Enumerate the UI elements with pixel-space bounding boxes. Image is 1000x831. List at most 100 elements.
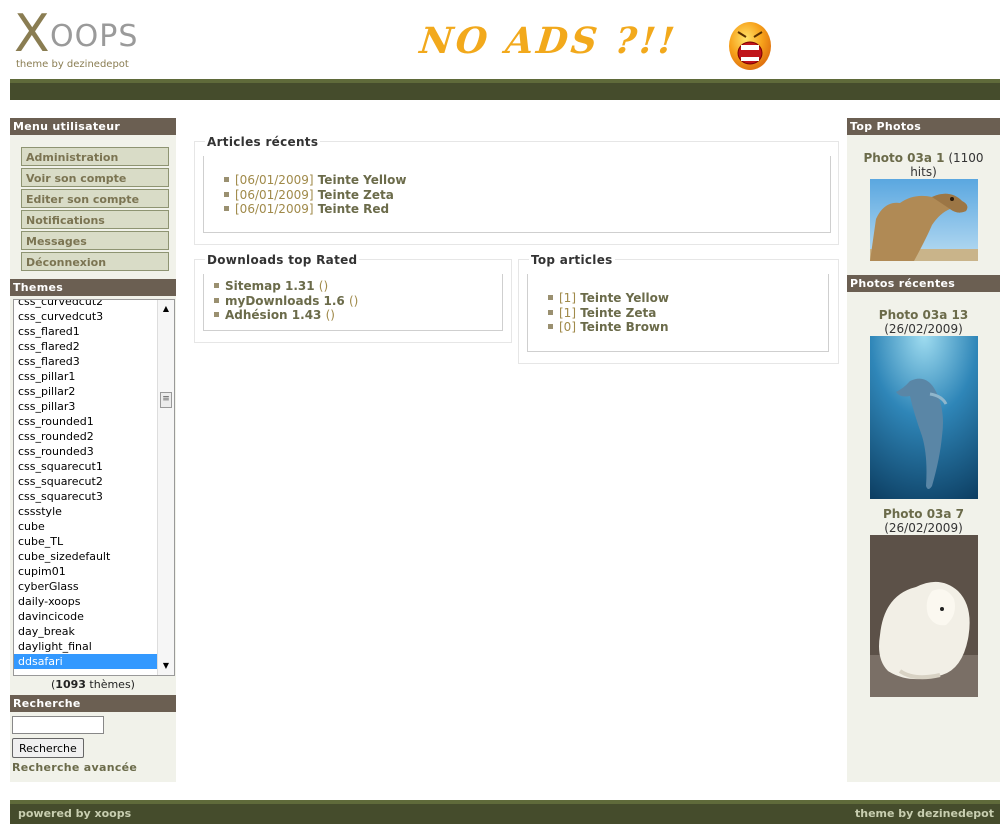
theme-option[interactable]: davincicode <box>14 609 157 624</box>
recent-articles-frame: [06/01/2009] Teinte Yellow [06/01/2009] … <box>203 156 831 233</box>
top-photos-title: Top Photos <box>847 118 1000 135</box>
bullet-square-icon <box>224 191 229 197</box>
theme-option[interactable]: cube_sizedefault <box>14 549 157 564</box>
recent-articles-block: Articles récents [06/01/2009] Teinte Yel… <box>194 135 839 245</box>
theme-option[interactable]: css_rounded3 <box>14 444 157 459</box>
polar-bear-photo[interactable] <box>869 535 978 697</box>
list-item[interactable]: Sitemap 1.31 () <box>214 279 358 294</box>
theme-option[interactable]: cube_TL <box>14 534 157 549</box>
logo-oops: OOPS <box>50 19 139 54</box>
theme-option[interactable]: css_squarecut1 <box>14 459 157 474</box>
list-item[interactable]: myDownloads 1.6 () <box>214 294 358 309</box>
scroll-thumb[interactable]: ≡ <box>160 392 172 408</box>
search-input[interactable] <box>12 716 104 734</box>
recent-photo-caption: Photo 03a 13 (26/02/2009) <box>878 308 969 336</box>
header-bar <box>10 79 1000 100</box>
right-sidebar: Top Photos Photo 03a 1 (1100 hits) Photo… <box>847 118 1000 782</box>
theme-option[interactable]: css_flared1 <box>14 324 157 339</box>
theme-option[interactable]: daylight_final <box>14 639 157 654</box>
top-photo-link[interactable]: Photo 03a 1 <box>863 151 944 165</box>
theme-option[interactable]: css_flared3 <box>14 354 157 369</box>
bullet-square-icon <box>548 295 553 300</box>
bullet-square-icon <box>214 283 219 288</box>
left-sidebar: Menu utilisateur Administration Voir son… <box>10 118 176 782</box>
theme-count-number: 1093 <box>55 678 86 691</box>
theme-option[interactable]: css_curvedcut3 <box>14 309 157 324</box>
search-title: Recherche <box>10 695 176 712</box>
top-articles-list: [1] Teinte Yellow [1] Teinte Zeta [0] Te… <box>548 291 669 335</box>
scroll-up-arrow-icon[interactable]: ▲ <box>158 302 174 316</box>
recent-photos-title: Photos récentes <box>847 275 1000 292</box>
powered-by-link[interactable]: powered by xoops <box>18 807 131 820</box>
scroll-down-arrow-icon[interactable]: ▼ <box>158 659 174 673</box>
menu-item-view-account[interactable]: Voir son compte <box>21 168 169 187</box>
recent-articles-title: Articles récents <box>205 135 321 149</box>
bullet-square-icon <box>224 206 229 211</box>
menu-item-edit-account[interactable]: Editer son compte <box>21 189 169 208</box>
list-item[interactable]: [1] Teinte Yellow <box>548 291 669 306</box>
themes-box: css_curvedcut2 css_curvedcut3 css_flared1 c… <box>10 296 176 691</box>
theme-option[interactable]: css_curvedcut2 <box>14 300 157 309</box>
theme-list-scrollbar[interactable]: ▲ ≡ ▼ <box>157 300 174 675</box>
theme-option[interactable]: day_break <box>14 624 157 639</box>
dolphin-photo[interactable] <box>869 336 978 499</box>
list-item[interactable]: [06/01/2009] Teinte Yellow <box>224 173 406 188</box>
theme-option[interactable]: cssstyle <box>14 504 157 519</box>
theme-option[interactable]: ddsafari <box>14 654 157 669</box>
advanced-search-link[interactable]: Recherche avancée <box>12 761 174 774</box>
downloads-list: Sitemap 1.31 () myDownloads 1.6 () Adhés… <box>214 279 358 323</box>
screaming-face-icon <box>729 22 771 70</box>
list-item[interactable]: Adhésion 1.43 () <box>214 308 358 323</box>
search-button[interactable]: Recherche <box>12 738 84 758</box>
menu-item-notifications[interactable]: Notifications <box>21 210 169 229</box>
recent-photo-caption: Photo 03a 7 (26/02/2009) <box>882 507 965 535</box>
header: X OOPS theme by dezinedepot NO ADS ?!! <box>0 0 1000 80</box>
search-box: Recherche Recherche avancée <box>10 712 176 778</box>
list-item[interactable]: [0] Teinte Brown <box>548 320 669 335</box>
list-item[interactable]: [06/01/2009] Teinte Zeta <box>224 188 406 203</box>
user-menu-title: Menu utilisateur <box>10 118 176 135</box>
theme-option[interactable]: css_rounded1 <box>14 414 157 429</box>
theme-option[interactable]: css_rounded2 <box>14 429 157 444</box>
top-articles-title: Top articles <box>529 253 615 267</box>
ad-banner[interactable]: NO ADS ?!! <box>417 12 780 72</box>
menu-item-administration[interactable]: Administration <box>21 147 169 166</box>
downloads-frame: Sitemap 1.31 () myDownloads 1.6 () Adhés… <box>203 274 503 331</box>
site-logo[interactable]: X OOPS theme by dezinedepot <box>14 8 144 74</box>
menu-item-messages[interactable]: Messages <box>21 231 169 250</box>
top-articles-frame: [1] Teinte Yellow [1] Teinte Zeta [0] Te… <box>527 274 829 352</box>
theme-option[interactable]: css_flared2 <box>14 339 157 354</box>
theme-option[interactable]: css_pillar1 <box>14 369 157 384</box>
list-item[interactable]: [06/01/2009] Teinte Red <box>224 202 406 217</box>
menu-item-logout[interactable]: Déconnexion <box>21 252 169 271</box>
theme-option[interactable]: css_squarecut2 <box>14 474 157 489</box>
theme-select-list[interactable]: css_curvedcut2 css_curvedcut3 css_flared1 c… <box>13 299 175 676</box>
recent-articles-list: [06/01/2009] Teinte Yellow [06/01/2009] … <box>224 173 406 217</box>
theme-option[interactable]: cube <box>14 519 157 534</box>
themes-title: Themes <box>10 279 176 296</box>
user-menu: Administration Voir son compte Editer so… <box>10 135 176 279</box>
theme-option[interactable]: cupim01 <box>14 564 157 579</box>
theme-option[interactable]: css_squarecut3 <box>14 489 157 504</box>
theme-count: (1093 thèmes) <box>51 678 135 691</box>
top-articles-block: Top articles [1] Teinte Yellow [1] Teint… <box>518 253 839 364</box>
footer-bar: powered by xoops theme by dezinedepot <box>10 800 1000 824</box>
theme-option[interactable]: css_pillar2 <box>14 384 157 399</box>
bullet-square-icon <box>548 309 553 315</box>
logo-tagline: theme by dezinedepot <box>16 59 129 70</box>
ad-text: NO ADS ?!! <box>417 20 680 62</box>
bullet-square-icon <box>548 324 553 329</box>
theme-option[interactable]: css_pillar3 <box>14 399 157 414</box>
bullet-square-icon <box>224 177 229 182</box>
bullet-square-icon <box>214 312 219 317</box>
recent-photo-link[interactable]: Photo 03a 13 <box>879 308 968 322</box>
theme-credit-link[interactable]: theme by dezinedepot <box>855 807 994 820</box>
theme-option[interactable]: daily-xoops <box>14 594 157 609</box>
recent-photo-link[interactable]: Photo 03a 7 <box>883 507 964 521</box>
theme-items: css_curvedcut2 css_curvedcut3 css_flared1 c… <box>14 300 157 669</box>
downloads-title: Downloads top Rated <box>205 253 360 267</box>
bullet-square-icon <box>214 297 219 303</box>
theme-option[interactable]: cyberGlass <box>14 579 157 594</box>
camel-photo[interactable] <box>869 179 978 261</box>
list-item[interactable]: [1] Teinte Zeta <box>548 306 669 321</box>
